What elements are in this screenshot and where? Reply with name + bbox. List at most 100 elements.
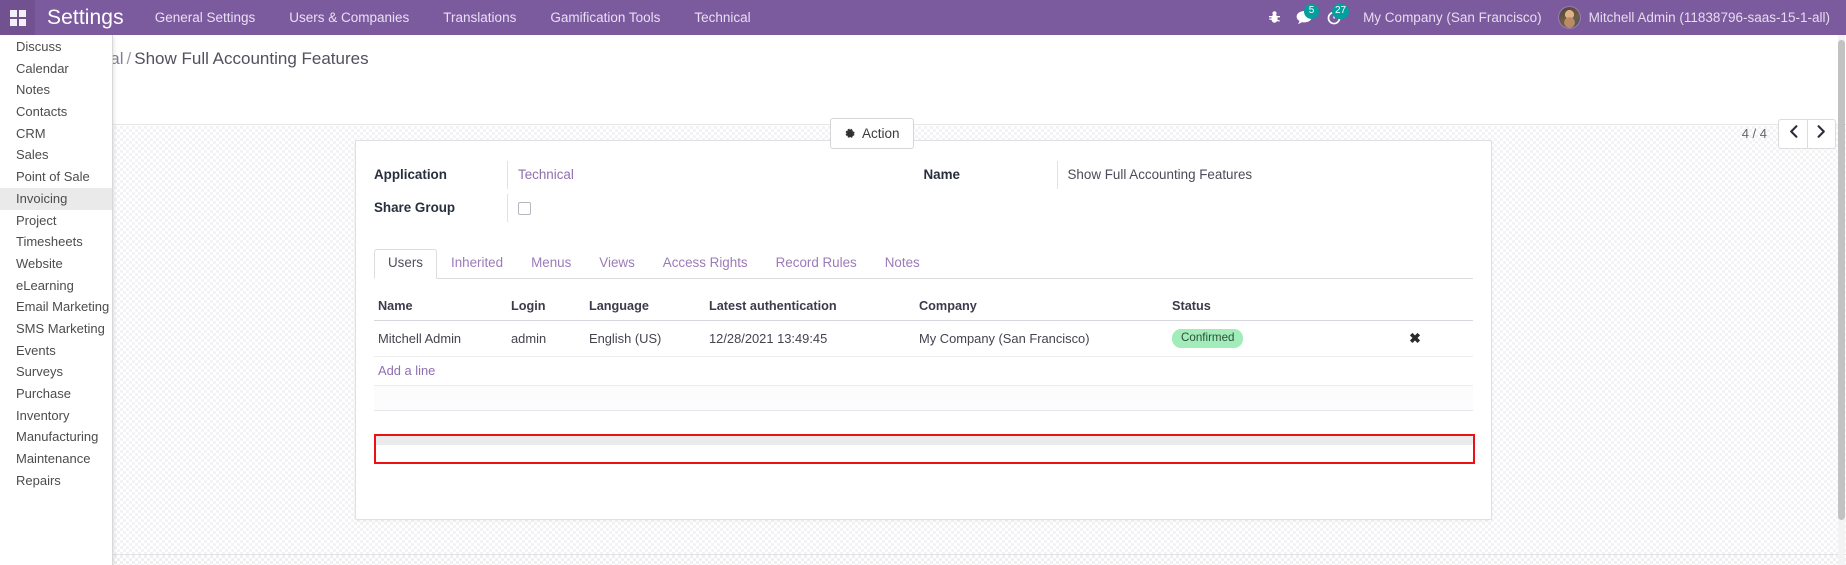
messages-badge: 5: [1304, 4, 1320, 19]
field-value-name[interactable]: Show Full Accounting Features: [1056, 161, 1474, 189]
sidebar-item-website[interactable]: Website: [0, 253, 112, 275]
gear-icon: [844, 128, 856, 140]
messages-icon[interactable]: 5: [1289, 0, 1320, 35]
form-sheet: Application Technical Share Group Name S…: [355, 140, 1492, 520]
control-panel: ical/Show Full Accounting Features Actio…: [0, 35, 1846, 149]
pager-buttons: [1778, 118, 1836, 149]
name-input-value: Show Full Accounting Features: [1067, 167, 1253, 182]
breadcrumb: ical/Show Full Accounting Features: [98, 49, 369, 69]
company-switcher[interactable]: My Company (San Francisco): [1349, 10, 1556, 25]
users-table: Name Login Language Latest authenticatio…: [374, 293, 1473, 357]
apps-dropdown-scrollbar[interactable]: [1838, 35, 1845, 565]
sidebar-item-contacts[interactable]: Contacts: [0, 101, 112, 123]
app-brand-settings[interactable]: Settings: [35, 6, 138, 30]
clock-icon[interactable]: 27: [1319, 0, 1350, 35]
sidebar-item-repairs[interactable]: Repairs: [0, 470, 112, 492]
apps-dropdown-menu: Discuss Calendar Notes Contacts CRM Sale…: [0, 35, 113, 565]
apps-menu-button[interactable]: [0, 0, 35, 35]
sidebar-item-point-of-sale[interactable]: Point of Sale: [0, 166, 112, 188]
sidebar-item-timesheets[interactable]: Timesheets: [0, 231, 112, 253]
cell-login[interactable]: admin: [507, 320, 585, 357]
field-value-application: Technical: [507, 161, 924, 189]
sidebar-item-crm[interactable]: CRM: [0, 123, 112, 145]
tab-inherited[interactable]: Inherited: [437, 249, 517, 279]
menu-item-gamification-tools[interactable]: Gamification Tools: [533, 0, 677, 35]
pager-previous-button[interactable]: [1778, 118, 1807, 149]
column-header-login[interactable]: Login: [507, 293, 585, 321]
notebook: Users Inherited Menus Views Access Right…: [356, 249, 1491, 464]
action-button[interactable]: Action: [830, 118, 914, 149]
activities-badge: 27: [1331, 4, 1350, 19]
tab-notes[interactable]: Notes: [871, 249, 934, 279]
tab-views[interactable]: Views: [585, 249, 648, 279]
sidebar-item-calendar[interactable]: Calendar: [0, 58, 112, 80]
cell-language[interactable]: English (US): [585, 320, 705, 357]
menu-item-users-companies[interactable]: Users & Companies: [272, 0, 426, 35]
horizontal-scrollbar[interactable]: [374, 436, 1473, 445]
cell-status: Confirmed: [1168, 320, 1353, 357]
chevron-left-icon: [1789, 124, 1798, 143]
menu-item-translations[interactable]: Translations: [426, 0, 533, 35]
sidebar-item-project[interactable]: Project: [0, 210, 112, 232]
sidebar-item-sales[interactable]: Sales: [0, 144, 112, 166]
tab-record-rules[interactable]: Record Rules: [762, 249, 871, 279]
share-group-checkbox[interactable]: [518, 202, 531, 215]
apps-grid-icon: [9, 9, 26, 26]
column-header-language[interactable]: Language: [585, 293, 705, 321]
chevron-right-icon: [1817, 124, 1826, 143]
column-header-latest-authentication[interactable]: Latest authentication: [705, 293, 915, 321]
empty-row-placeholder: [374, 385, 1473, 411]
sidebar-item-surveys[interactable]: Surveys: [0, 361, 112, 383]
sidebar-item-purchase[interactable]: Purchase: [0, 383, 112, 405]
status-badge: Confirmed: [1172, 329, 1244, 348]
user-avatar: [1557, 6, 1581, 29]
pager-next-button[interactable]: [1807, 118, 1836, 149]
form-fields: Application Technical Share Group Name S…: [356, 161, 1491, 227]
application-link[interactable]: Technical: [518, 167, 574, 182]
pager: 4 / 4: [1742, 118, 1836, 149]
apps-dropdown-scrollbar-thumb[interactable]: [1838, 40, 1845, 520]
menu-item-technical[interactable]: Technical: [677, 0, 767, 35]
add-a-line-button[interactable]: Add a line: [374, 357, 435, 385]
users-list: Name Login Language Latest authenticatio…: [374, 293, 1475, 464]
bug-icon[interactable]: [1259, 0, 1289, 35]
sidebar-item-notes[interactable]: Notes: [0, 79, 112, 101]
column-header-name[interactable]: Name: [374, 293, 507, 321]
form-column-right: Name Show Full Accounting Features: [924, 161, 1474, 227]
sidebar-item-maintenance[interactable]: Maintenance: [0, 448, 112, 470]
action-button-label: Action: [862, 126, 900, 141]
pager-count: 4 / 4: [1741, 126, 1767, 141]
sidebar-item-elearning[interactable]: eLearning: [0, 275, 112, 297]
user-menu[interactable]: Mitchell Admin (11838796-saas-15-1-all): [1556, 0, 1836, 35]
tab-menus[interactable]: Menus: [517, 249, 585, 279]
sidebar-item-manufacturing[interactable]: Manufacturing: [0, 426, 112, 448]
field-label-application: Application: [374, 167, 447, 182]
field-label-name: Name: [923, 167, 960, 182]
form-column-left: Application Technical Share Group: [374, 161, 924, 227]
cell-latest-authentication[interactable]: 12/28/2021 13:49:45: [705, 320, 915, 357]
notebook-tabs: Users Inherited Menus Views Access Right…: [374, 249, 1473, 279]
sidebar-item-email-marketing[interactable]: Email Marketing: [0, 296, 112, 318]
sidebar-item-sms-marketing[interactable]: SMS Marketing: [0, 318, 112, 340]
user-menu-label: Mitchell Admin (11838796-saas-15-1-all): [1588, 10, 1830, 25]
column-header-status[interactable]: Status: [1168, 293, 1353, 321]
cell-name[interactable]: Mitchell Admin: [374, 320, 507, 357]
field-name: Name Show Full Accounting Features: [924, 161, 1474, 194]
sidebar-item-events[interactable]: Events: [0, 340, 112, 362]
breadcrumb-separator: /: [126, 49, 132, 68]
sidebar-item-discuss[interactable]: Discuss: [0, 36, 112, 58]
column-header-company[interactable]: Company: [915, 293, 1168, 321]
sidebar-item-inventory[interactable]: Inventory: [0, 405, 112, 427]
cell-company[interactable]: My Company (San Francisco): [915, 320, 1168, 357]
table-header-row: Name Login Language Latest authenticatio…: [374, 293, 1473, 321]
tab-users[interactable]: Users: [374, 249, 437, 279]
menu-item-general-settings[interactable]: General Settings: [138, 0, 273, 35]
field-label-share-group: Share Group: [374, 200, 456, 215]
tab-access-rights[interactable]: Access Rights: [649, 249, 762, 279]
sidebar-item-invoicing[interactable]: Invoicing: [0, 187, 112, 210]
close-icon[interactable]: ✖: [1357, 330, 1473, 347]
content-area: Application Technical Share Group Name S…: [0, 126, 1846, 565]
table-row[interactable]: Mitchell Admin admin English (US) 12/28/…: [374, 320, 1473, 357]
page-horizontal-scrollbar[interactable]: [0, 554, 1846, 565]
top-menu-items: General Settings Users & Companies Trans…: [138, 0, 768, 35]
